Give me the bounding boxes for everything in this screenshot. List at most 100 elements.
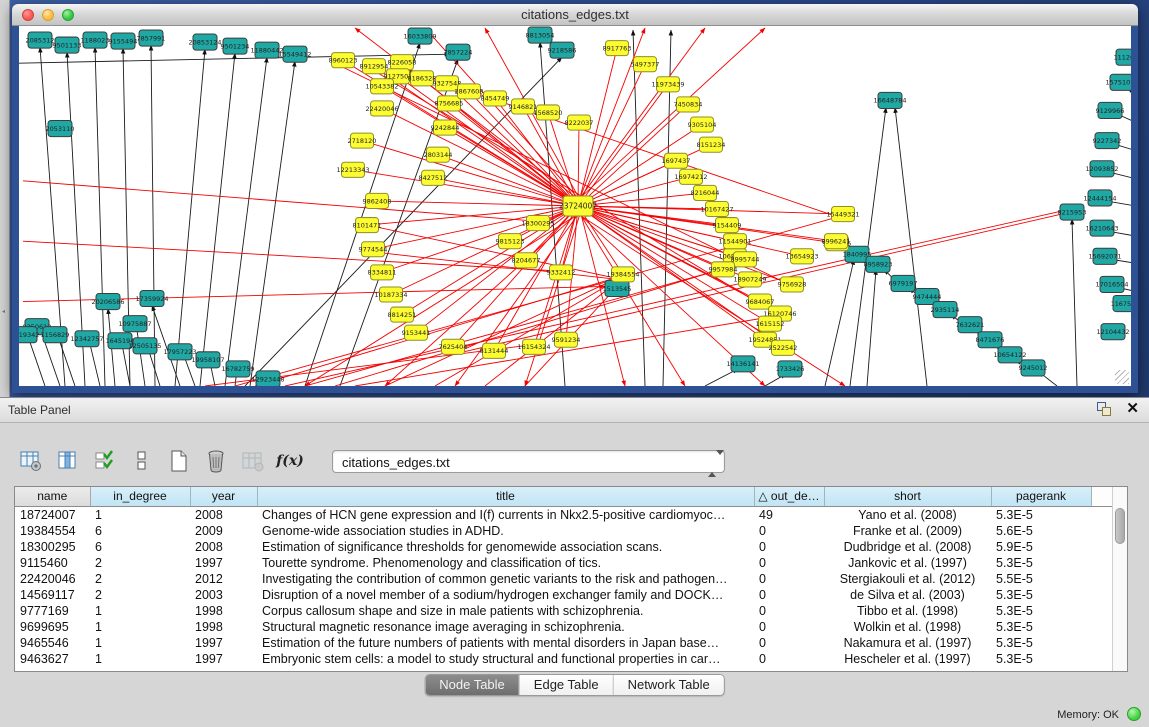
table-cell[interactable]: 5.6E-5 [991, 523, 1091, 539]
graph-node[interactable]: 7857224 [444, 44, 473, 60]
graph-node[interactable]: 6979197 [889, 275, 918, 291]
table-cell[interactable]: 0 [754, 635, 824, 651]
table-options-icon[interactable] [18, 448, 44, 474]
graph-node[interactable]: 19958107 [191, 352, 224, 368]
table-cell[interactable]: 1998 [190, 603, 257, 619]
graph-node[interactable]: 17359924 [135, 290, 168, 306]
graph-node[interactable]: 1112044 [1114, 49, 1131, 65]
table-row[interactable]: 1938455462009Genome-wide association stu… [15, 523, 1112, 539]
graph-node[interactable]: 12923448 [251, 371, 284, 386]
table-row[interactable]: 2242004622012Investigating the contribut… [15, 571, 1112, 587]
graph-node[interactable]: 20206586 [91, 293, 124, 309]
graph-node[interactable]: 9227342 [1093, 133, 1122, 149]
graph-node[interactable]: 1615152 [756, 316, 785, 331]
graph-node[interactable]: 9245012 [1019, 360, 1048, 376]
graph-node[interactable]: 1513545 [603, 280, 632, 296]
table-cell[interactable]: 18724007 [15, 506, 90, 523]
graph-node[interactable]: 2867608 [455, 84, 484, 99]
table-cell[interactable]: 0 [754, 603, 824, 619]
graph-node[interactable]: 16154324 [517, 339, 550, 354]
table-cell[interactable]: 6 [90, 523, 190, 539]
graph-node[interactable]: 7632621 [956, 317, 985, 333]
table-cell[interactable]: 1 [90, 506, 190, 523]
graph-node[interactable]: 20853124 [188, 34, 221, 50]
graph-node[interactable]: 22420046 [365, 101, 398, 116]
table-cell[interactable]: 9463627 [15, 651, 90, 667]
table-cell[interactable]: 18300295 [15, 539, 90, 555]
table-scrollbar[interactable] [1112, 487, 1127, 671]
node-table-grid[interactable]: namein_degreeyeartitle△ out_de…shortpage… [15, 487, 1112, 667]
table-row[interactable]: 1830029562008Estimation of significance … [15, 539, 1112, 555]
table-cell[interactable]: 1 [90, 635, 190, 651]
table-cell[interactable] [1091, 506, 1112, 523]
graph-node[interactable]: 9153441 [402, 325, 431, 340]
graph-node[interactable]: 12444154 [1083, 190, 1116, 206]
table-cell[interactable]: 1997 [190, 651, 257, 667]
tab-node-table[interactable]: Node Table [425, 675, 520, 695]
graph-node[interactable]: 8101471 [353, 218, 382, 233]
table-cell[interactable]: 19384554 [15, 523, 90, 539]
table-cell[interactable]: 5.3E-5 [991, 635, 1091, 651]
graph-node[interactable]: 18300295 [521, 216, 554, 231]
table-cell[interactable]: 5.3E-5 [991, 587, 1091, 603]
table-cell[interactable]: 5.3E-5 [991, 555, 1091, 571]
table-cell[interactable]: Nakamura et al. (1997) [824, 635, 991, 651]
graph-node[interactable]: 9129966 [1096, 102, 1125, 118]
graph-node[interactable]: 9155494 [109, 33, 138, 49]
table-panel-header[interactable]: Table Panel ✕ [0, 398, 1149, 423]
graph-node[interactable]: 8204677 [512, 253, 541, 268]
table-cell[interactable]: 2008 [190, 506, 257, 523]
tab-network-table[interactable]: Network Table [614, 675, 724, 695]
graph-node[interactable]: 8917763 [603, 41, 632, 56]
graph-node[interactable]: 2053110 [46, 121, 75, 137]
graph-node[interactable]: 18907249 [733, 272, 766, 287]
graph-node[interactable]: 11973439 [651, 77, 684, 92]
table-cell[interactable]: 5.3E-5 [991, 619, 1091, 635]
table-cell[interactable]: Genome-wide association studies in ADHD. [257, 523, 754, 539]
table-cell[interactable]: 9777169 [15, 603, 90, 619]
network-window-titlebar[interactable]: citations_edges.txt [12, 4, 1138, 26]
column-header-title[interactable]: title [257, 487, 754, 506]
table-cell[interactable]: 1 [90, 603, 190, 619]
table-cell[interactable]: 1 [90, 651, 190, 667]
table-scrollbar-thumb[interactable] [1115, 508, 1125, 544]
graph-node[interactable]: 1568520 [534, 105, 563, 120]
graph-node[interactable]: 1156829 [41, 327, 70, 343]
graph-node[interactable]: 8151234 [697, 137, 726, 152]
table-cell[interactable] [1091, 619, 1112, 635]
table-cell[interactable]: Dudbridge et al. (2008) [824, 539, 991, 555]
graph-node[interactable]: 8131444 [480, 343, 509, 358]
table-cell[interactable]: Structural magnetic resonance image aver… [257, 619, 754, 635]
graph-node[interactable]: 9501234 [221, 38, 250, 54]
graph-node[interactable]: 5497377 [631, 57, 660, 72]
graph-node[interactable]: 8216044 [691, 185, 720, 200]
graph-node[interactable]: 12104432 [1096, 324, 1129, 340]
graph-node[interactable]: 8813054 [526, 27, 555, 43]
graph-node[interactable]: 1188023 [81, 32, 110, 48]
table-cell[interactable]: 2 [90, 555, 190, 571]
table-row[interactable]: 946554611997Estimation of the future num… [15, 635, 1112, 651]
node-table[interactable]: namein_degreeyeartitle△ out_de…shortpage… [14, 486, 1128, 672]
table-cell[interactable] [1091, 635, 1112, 651]
graph-node[interactable]: 8996241 [822, 234, 851, 249]
graph-node[interactable]: 8471676 [976, 332, 1005, 348]
table-cell[interactable] [1091, 555, 1112, 571]
table-cell[interactable] [1091, 587, 1112, 603]
graph-node[interactable]: 9815123 [496, 234, 525, 249]
graph-node[interactable]: 15449321 [826, 207, 859, 222]
column-header-short[interactable]: short [824, 487, 991, 506]
table-cell[interactable]: 2 [90, 571, 190, 587]
import-table-icon[interactable] [240, 448, 266, 474]
column-header-in_degree[interactable]: in_degree [90, 487, 190, 506]
graph-node[interactable]: 13654923 [785, 249, 818, 264]
table-cell[interactable]: 9465546 [15, 635, 90, 651]
graph-node[interactable]: 17016504 [1095, 276, 1128, 292]
table-row[interactable]: 969969511998Structural magnetic resonanc… [15, 619, 1112, 635]
graph-node[interactable]: 1697437 [662, 153, 691, 168]
table-row[interactable]: 946362711997Embryonic stem cells: a mode… [15, 651, 1112, 667]
graph-node[interactable]: 3919342 [19, 327, 39, 343]
column-header-out_de[interactable]: △ out_de… [754, 487, 824, 506]
graph-node[interactable]: 2803144 [424, 147, 453, 162]
table-header-row[interactable]: namein_degreeyeartitle△ out_de…shortpage… [15, 487, 1112, 506]
graph-node[interactable]: 12093852 [1085, 161, 1118, 177]
